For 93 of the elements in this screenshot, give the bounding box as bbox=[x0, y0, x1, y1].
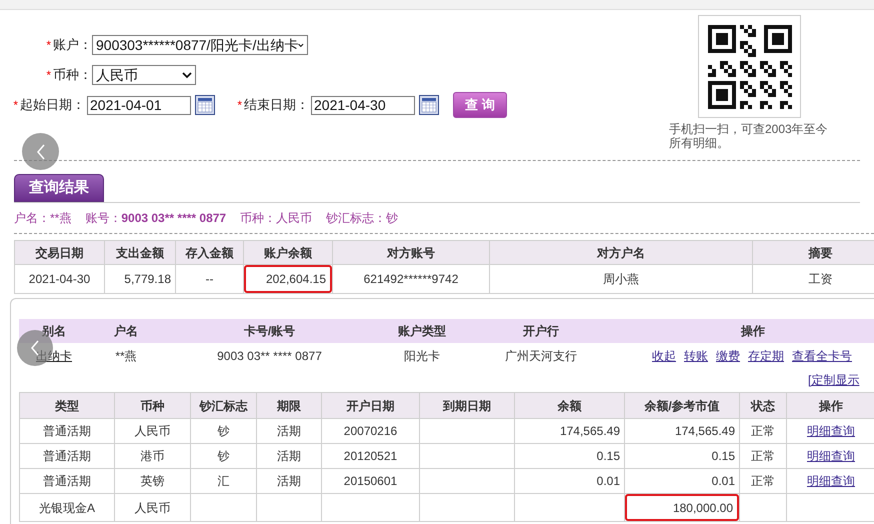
table-cell: 阳光卡 bbox=[404, 348, 440, 362]
required-mark: * bbox=[13, 97, 18, 114]
table-cell-text: 174,565.49 bbox=[558, 423, 621, 440]
field-label: 起始日期： bbox=[20, 96, 85, 114]
date-field[interactable]: 2021-04-01 bbox=[87, 96, 191, 114]
field-label: 账户： bbox=[53, 36, 92, 54]
account-info: 户名：**燕 bbox=[14, 210, 72, 227]
required-mark: * bbox=[46, 67, 51, 84]
table-cell: **燕 bbox=[115, 348, 137, 362]
table-cell: 202,604.15 bbox=[244, 265, 332, 293]
table-cell-text: 0.15 bbox=[596, 448, 621, 465]
column-header: 期限 bbox=[256, 392, 322, 418]
table-cell-text: 人民币 bbox=[134, 500, 172, 516]
column-header: 余额/参考市值 bbox=[624, 392, 740, 418]
table-cell-text: 正常 bbox=[750, 423, 776, 440]
table-cell-text: 20120521 bbox=[342, 448, 398, 465]
query-button[interactable]: 查 询 bbox=[453, 92, 507, 118]
table-cell-text: 钞 bbox=[216, 448, 230, 465]
column-header: 支出金额 bbox=[104, 240, 176, 264]
table-cell-text: 活期 bbox=[276, 448, 302, 465]
column-header: 账户类型 bbox=[397, 323, 447, 340]
table-cell-text: 英镑 bbox=[140, 473, 166, 490]
calendar-icon[interactable] bbox=[195, 95, 215, 115]
chevron-down-icon bbox=[298, 42, 304, 48]
table-cell-text: 工资 bbox=[808, 271, 834, 288]
table-cell-text: 普通活期 bbox=[42, 448, 92, 465]
column-header: 卡号/账号 bbox=[242, 323, 296, 340]
select-field[interactable]: 人民币 bbox=[92, 65, 196, 85]
column-header: 操作 bbox=[740, 323, 766, 340]
table-cell-text: 正常 bbox=[750, 448, 776, 465]
column-header: 开户日期 bbox=[322, 392, 420, 418]
table-cell-text: 周小燕 bbox=[602, 271, 640, 288]
alias-link[interactable]: 出纳卡 bbox=[36, 348, 72, 362]
table-cell-text: 活期 bbox=[276, 473, 302, 490]
table-cell-text: 174,565.49 bbox=[674, 423, 736, 440]
table-cell-text: 人民币 bbox=[134, 423, 172, 440]
column-header: 开户行 bbox=[522, 323, 560, 340]
column-header: 操作 bbox=[786, 392, 874, 418]
table-cell-text: 2021-04-30 bbox=[28, 271, 92, 288]
column-header: 钞汇标志 bbox=[190, 392, 256, 418]
account-info: 币种：人民币 bbox=[240, 210, 312, 227]
table-cell-text: 港币 bbox=[140, 448, 166, 465]
table-cell-text: 光银现金A bbox=[38, 500, 96, 516]
action-link[interactable]: 收起 bbox=[652, 346, 676, 364]
column-header: 摘要 bbox=[752, 240, 874, 264]
column-header: 币种 bbox=[114, 392, 190, 418]
customize-link[interactable]: [定制显示 bbox=[808, 371, 860, 389]
column-header: 别名 bbox=[40, 323, 67, 340]
table-cell-text: -- bbox=[204, 271, 214, 288]
table-cell: 9003 03** **** 0877 bbox=[217, 348, 322, 362]
chevron-down-icon bbox=[182, 72, 192, 78]
table-cell-text: 5,779.18 bbox=[123, 271, 172, 288]
table-cell-text: 621492******9742 bbox=[362, 271, 460, 288]
results-tab[interactable]: 查询结果 bbox=[14, 174, 104, 202]
column-header: 存入金额 bbox=[176, 240, 244, 264]
column-header: 状态 bbox=[740, 392, 786, 418]
table-cell-text: 0.15 bbox=[710, 448, 736, 465]
date-field[interactable]: 2021-04-30 bbox=[311, 96, 415, 114]
table-cell-text: 0.01 bbox=[710, 473, 736, 490]
table-cell-text: 普通活期 bbox=[42, 423, 92, 440]
account-info: 账号：9003 03** **** 0877 bbox=[85, 210, 226, 227]
required-mark: * bbox=[46, 37, 51, 54]
action-link[interactable]: 查看全卡号 bbox=[792, 346, 852, 364]
table-cell: 180,000.00 bbox=[625, 494, 739, 521]
account-info: 钞汇标志：钞 bbox=[326, 210, 398, 227]
column-header: 账户余额 bbox=[244, 240, 332, 264]
column-header: 到期日期 bbox=[420, 392, 514, 418]
qr-code-icon bbox=[708, 24, 792, 108]
table-cell-text: 活期 bbox=[276, 423, 302, 440]
table-cell-text: 20070216 bbox=[342, 423, 398, 440]
table-cell-text: 钞 bbox=[216, 423, 230, 440]
action-link[interactable]: 缴费 bbox=[716, 346, 740, 364]
action-link[interactable]: 存定期 bbox=[748, 346, 784, 364]
field-label: 币种： bbox=[53, 66, 92, 84]
calendar-icon[interactable] bbox=[419, 95, 439, 115]
column-header: 余额 bbox=[514, 392, 624, 418]
column-header: 交易日期 bbox=[14, 240, 104, 264]
field-label: 结束日期： bbox=[244, 96, 309, 114]
table-cell-text: 普通活期 bbox=[42, 473, 92, 490]
column-header: 类型 bbox=[20, 392, 114, 418]
column-header: 对方户名 bbox=[490, 240, 752, 264]
column-header: 对方账号 bbox=[332, 240, 490, 264]
table-cell-text: 0.01 bbox=[596, 473, 621, 490]
table-cell-text: 正常 bbox=[750, 473, 776, 490]
chevron-left-icon bbox=[36, 144, 46, 160]
column-header: 户名 bbox=[113, 323, 139, 340]
table-cell-text: 20150601 bbox=[342, 473, 398, 490]
select-field[interactable]: 900303******0877/阳光卡/出纳卡 bbox=[92, 35, 308, 55]
qr-caption: 手机扫一扫，可查2003年至今所有明细。 bbox=[669, 122, 829, 150]
table-cell: 广州天河支行 bbox=[505, 348, 577, 362]
table-cell-text: 汇 bbox=[216, 473, 230, 490]
required-mark: * bbox=[237, 97, 242, 114]
action-link[interactable]: 转账 bbox=[684, 346, 708, 364]
